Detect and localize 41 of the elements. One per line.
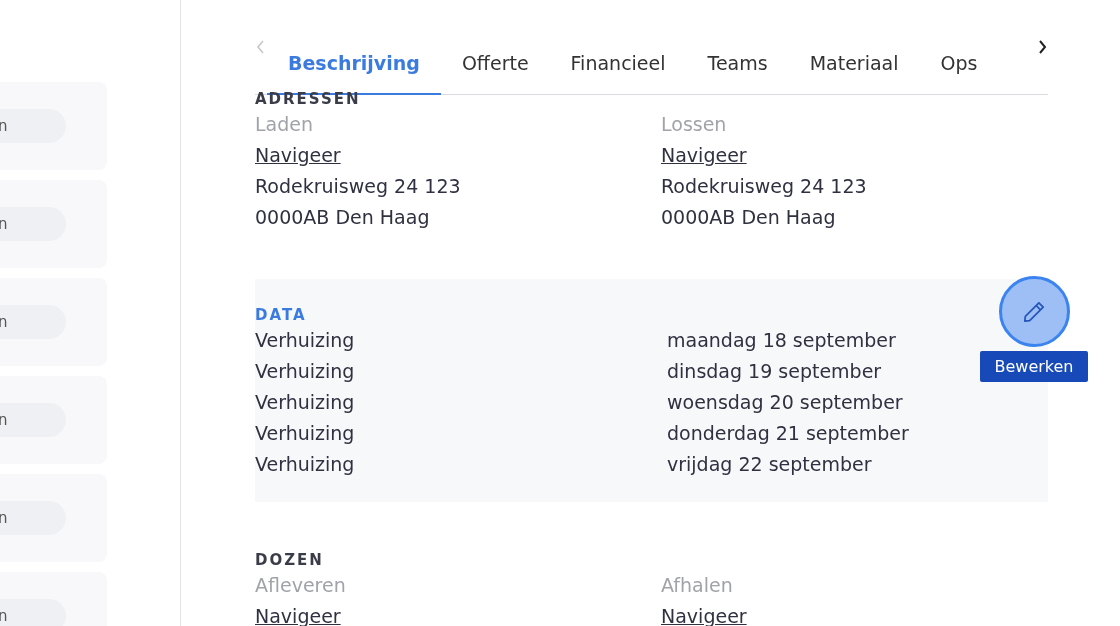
status-pill: n bbox=[0, 599, 66, 626]
event-type: Verhuizing bbox=[255, 452, 355, 477]
section-heading: DATA bbox=[255, 305, 307, 325]
street-text: Rodekruisweg 24 123 bbox=[255, 174, 461, 199]
edit-label: Bewerken bbox=[980, 351, 1088, 382]
sidebar-card[interactable]: n bbox=[0, 376, 107, 464]
sidebar-card[interactable]: n bbox=[0, 82, 107, 170]
event-date: dinsdag 19 september bbox=[667, 359, 882, 384]
status-pill: n bbox=[0, 109, 66, 143]
city-text: 0000AB Den Haag bbox=[255, 205, 430, 230]
tab[interactable]: Teams bbox=[686, 32, 789, 95]
section-heading: DOZEN bbox=[255, 550, 324, 570]
navigate-link[interactable]: Navigeer bbox=[255, 140, 341, 171]
event-date: vrijdag 22 september bbox=[667, 452, 872, 477]
event-type: Verhuizing bbox=[255, 421, 355, 446]
sidebar-card[interactable]: n bbox=[0, 180, 107, 268]
event-date: woensdag 20 september bbox=[667, 390, 903, 415]
chevron-right-icon[interactable] bbox=[1036, 39, 1048, 55]
status-pill: n bbox=[0, 207, 66, 241]
event-type: Verhuizing bbox=[255, 390, 355, 415]
tab[interactable]: Materiaal bbox=[788, 32, 920, 95]
status-pill: n bbox=[0, 305, 66, 339]
sidebar-card[interactable]: n bbox=[0, 278, 107, 366]
column-label: Afhalen bbox=[661, 573, 733, 598]
tab[interactable]: Offerte bbox=[440, 32, 550, 95]
event-date: donderdag 21 september bbox=[667, 421, 909, 446]
sidebar-card[interactable]: n bbox=[0, 474, 107, 562]
event-type: Verhuizing bbox=[255, 328, 355, 353]
column-label: Laden bbox=[255, 112, 314, 137]
column-label: Lossen bbox=[661, 112, 727, 137]
city-text: 0000AB Den Haag bbox=[661, 205, 836, 230]
column-label: Afleveren bbox=[255, 573, 346, 598]
navigate-link[interactable]: Navigeer bbox=[661, 140, 747, 171]
event-date: maandag 18 september bbox=[667, 328, 896, 353]
street-text: Rodekruisweg 24 123 bbox=[661, 174, 867, 199]
sidebar-card[interactable]: n bbox=[0, 572, 107, 626]
event-type: Verhuizing bbox=[255, 359, 355, 384]
tab[interactable]: Financieel bbox=[549, 32, 687, 95]
tab[interactable]: Ops bbox=[919, 32, 999, 95]
status-pill: n bbox=[0, 403, 66, 437]
status-pill: n bbox=[0, 501, 66, 535]
